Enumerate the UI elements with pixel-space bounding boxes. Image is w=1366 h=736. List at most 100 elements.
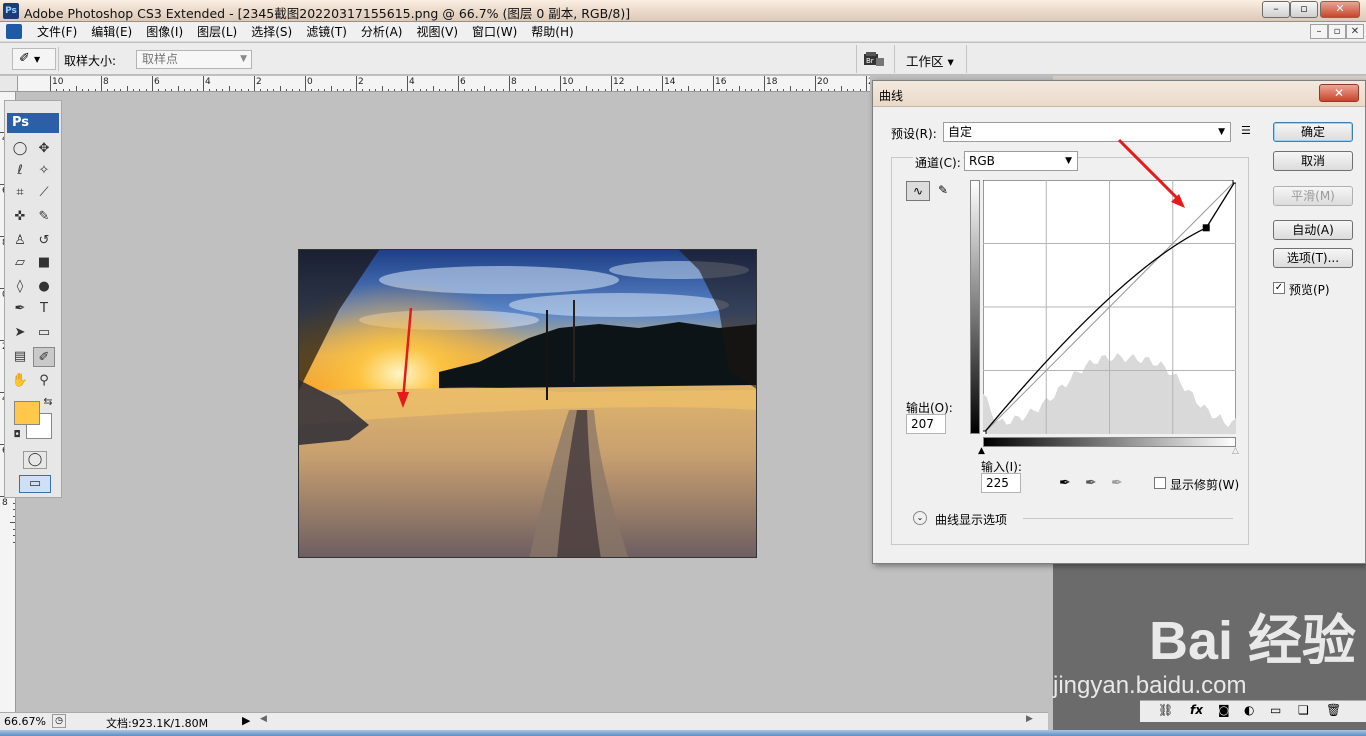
status-menu-icon[interactable]: ◷ bbox=[52, 714, 66, 728]
output-field[interactable]: 207 bbox=[906, 414, 946, 434]
fx-icon[interactable]: fx bbox=[1190, 703, 1203, 717]
crop-tool[interactable]: ⌗ bbox=[9, 183, 31, 203]
foreground-color-swatch[interactable] bbox=[14, 401, 40, 425]
scroll-right-icon[interactable]: ▶ bbox=[1026, 714, 1033, 724]
path-select-tool[interactable]: ➤ bbox=[9, 323, 31, 343]
layer-mask-icon[interactable]: ◙ bbox=[1218, 703, 1230, 717]
tool-preset-picker[interactable]: ✐ ▼ bbox=[12, 48, 56, 70]
gray-eyedropper-icon[interactable]: ✒ bbox=[1085, 475, 1097, 491]
cancel-button[interactable]: 取消 bbox=[1273, 151, 1353, 171]
notes-tool[interactable]: ▤ bbox=[9, 347, 31, 367]
white-eyedropper-icon[interactable]: ✒ bbox=[1111, 475, 1123, 491]
zoom-tool[interactable]: ⚲ bbox=[33, 371, 55, 391]
blur-tool[interactable]: ◊ bbox=[9, 277, 31, 297]
doc-minimize-button[interactable]: – bbox=[1310, 24, 1328, 39]
adjustment-layer-icon[interactable]: ◐ bbox=[1244, 703, 1254, 717]
maximize-button[interactable]: ▫ bbox=[1290, 1, 1318, 18]
gradient-tool[interactable]: ■ bbox=[33, 253, 55, 273]
document-image[interactable] bbox=[298, 249, 757, 558]
healing-tool[interactable]: ✜ bbox=[9, 207, 31, 227]
dialog-close-button[interactable]: ✕ bbox=[1319, 84, 1359, 102]
auto-button[interactable]: 自动(A) bbox=[1273, 220, 1353, 240]
show-clipping-checkbox[interactable] bbox=[1154, 477, 1166, 489]
link-layers-icon[interactable]: ⛓ bbox=[1158, 703, 1173, 717]
menu-item-1[interactable]: 编辑(E) bbox=[84, 24, 139, 40]
workspace-menu[interactable]: 工作区 ▾ bbox=[906, 51, 954, 70]
scroll-left-icon[interactable]: ◀ bbox=[260, 714, 267, 724]
dodge-tool[interactable]: ● bbox=[33, 277, 55, 297]
zoom-level[interactable]: 66.67% bbox=[4, 715, 46, 728]
ruler-label: 8 bbox=[2, 498, 8, 508]
swap-colors-icon[interactable]: ⇆ bbox=[41, 395, 55, 409]
curve-display-options[interactable]: 曲线显示选项 bbox=[935, 511, 1007, 528]
menu-item-7[interactable]: 视图(V) bbox=[409, 24, 465, 40]
brush-tool[interactable]: ✎ bbox=[33, 207, 55, 227]
curve-edit-icon[interactable]: ∿ bbox=[906, 181, 930, 201]
ruler-minor-tick bbox=[13, 528, 15, 530]
curve-point bbox=[1232, 180, 1236, 184]
ruler-minor-tick bbox=[13, 509, 15, 510]
ruler-minor-tick bbox=[13, 502, 15, 504]
output-gradient-bar bbox=[970, 180, 980, 434]
ruler-tick bbox=[50, 76, 51, 91]
new-layer-icon[interactable]: ❏ bbox=[1298, 703, 1309, 717]
quick-mask-icon[interactable]: ◯ bbox=[23, 451, 47, 469]
doc-restore-button[interactable]: ▫ bbox=[1328, 24, 1346, 39]
expand-options-icon[interactable]: ⌄ bbox=[913, 511, 927, 525]
black-point-slider[interactable]: ▲ bbox=[978, 446, 985, 456]
minimize-button[interactable]: – bbox=[1262, 1, 1290, 18]
doc-close-button[interactable]: ✕ bbox=[1346, 24, 1364, 39]
bridge-icon[interactable]: Br bbox=[862, 49, 888, 69]
ok-button[interactable]: 确定 bbox=[1273, 122, 1353, 142]
menu-item-0[interactable]: 文件(F) bbox=[30, 24, 84, 40]
menu-item-6[interactable]: 分析(A) bbox=[354, 24, 410, 40]
curves-graph[interactable] bbox=[983, 180, 1236, 434]
magic-wand-tool[interactable]: ✧ bbox=[33, 161, 55, 181]
svg-text:Br: Br bbox=[866, 57, 874, 65]
type-tool[interactable]: T bbox=[33, 299, 55, 319]
move-tool[interactable]: ✥ bbox=[33, 139, 55, 159]
shape-tool[interactable]: ▭ bbox=[33, 323, 55, 343]
stamp-tool[interactable]: ♙ bbox=[9, 231, 31, 251]
input-field[interactable]: 225 bbox=[981, 473, 1021, 493]
menu-item-8[interactable]: 窗口(W) bbox=[465, 24, 524, 40]
close-button[interactable]: ✕ bbox=[1320, 1, 1360, 18]
hand-tool[interactable]: ✋ bbox=[9, 371, 31, 391]
pencil-draw-icon[interactable]: ✎ bbox=[933, 181, 953, 201]
default-colors-icon[interactable]: ◘ bbox=[11, 429, 23, 441]
preset-label: 预设(R): bbox=[891, 127, 937, 141]
options-button[interactable]: 选项(T)... bbox=[1273, 248, 1353, 268]
preview-checkbox[interactable]: ✓ bbox=[1273, 282, 1285, 294]
white-point-slider[interactable]: △ bbox=[1232, 446, 1239, 456]
screen-mode-icon[interactable]: ▭ bbox=[19, 475, 51, 493]
channel-label: 通道(C): bbox=[913, 154, 963, 171]
document-icon[interactable] bbox=[6, 24, 22, 39]
lasso-tool[interactable]: ℓ bbox=[9, 161, 31, 181]
ruler-tick bbox=[509, 76, 510, 91]
ruler-label: 16 bbox=[715, 77, 727, 87]
eraser-tool[interactable]: ▱ bbox=[9, 253, 31, 273]
ruler-label: 8 bbox=[511, 77, 517, 87]
menu-item-3[interactable]: 图层(L) bbox=[190, 24, 244, 40]
channel-select[interactable]: RGB ▼ bbox=[964, 151, 1078, 171]
new-group-icon[interactable]: ▭ bbox=[1270, 703, 1281, 717]
preset-options-icon[interactable]: ☰ bbox=[1241, 124, 1251, 137]
slice-tool[interactable]: ⟋ bbox=[33, 183, 55, 203]
menu-item-2[interactable]: 图像(I) bbox=[139, 24, 190, 40]
eyedropper-icon: ✐ bbox=[19, 51, 30, 66]
smooth-button[interactable]: 平滑(M) bbox=[1273, 186, 1353, 206]
menu-item-4[interactable]: 选择(S) bbox=[244, 24, 299, 40]
eyedropper-tool[interactable]: ✐ bbox=[33, 347, 55, 367]
delete-layer-icon[interactable]: 🗑 bbox=[1326, 703, 1341, 717]
menu-item-9[interactable]: 帮助(H) bbox=[524, 24, 580, 40]
horizontal-ruler[interactable]: 1086420246810121416182022 bbox=[18, 76, 870, 92]
pen-tool[interactable]: ✒ bbox=[9, 299, 31, 319]
sample-size-select[interactable]: 取样点 ▼ bbox=[136, 50, 252, 69]
ruler-origin[interactable] bbox=[0, 76, 18, 92]
menu-item-5[interactable]: 滤镜(T) bbox=[299, 24, 354, 40]
play-arrow-icon[interactable]: ▶ bbox=[242, 714, 250, 727]
menu-bar: 文件(F) 编辑(E) 图像(I) 图层(L) 选择(S) 滤镜(T) 分析(A) 视图(V)… bbox=[0, 22, 1366, 42]
history-brush-tool[interactable]: ↺ bbox=[33, 231, 55, 251]
black-eyedropper-icon[interactable]: ✒ bbox=[1059, 475, 1071, 491]
marquee-tool[interactable]: ◯ bbox=[9, 139, 31, 159]
